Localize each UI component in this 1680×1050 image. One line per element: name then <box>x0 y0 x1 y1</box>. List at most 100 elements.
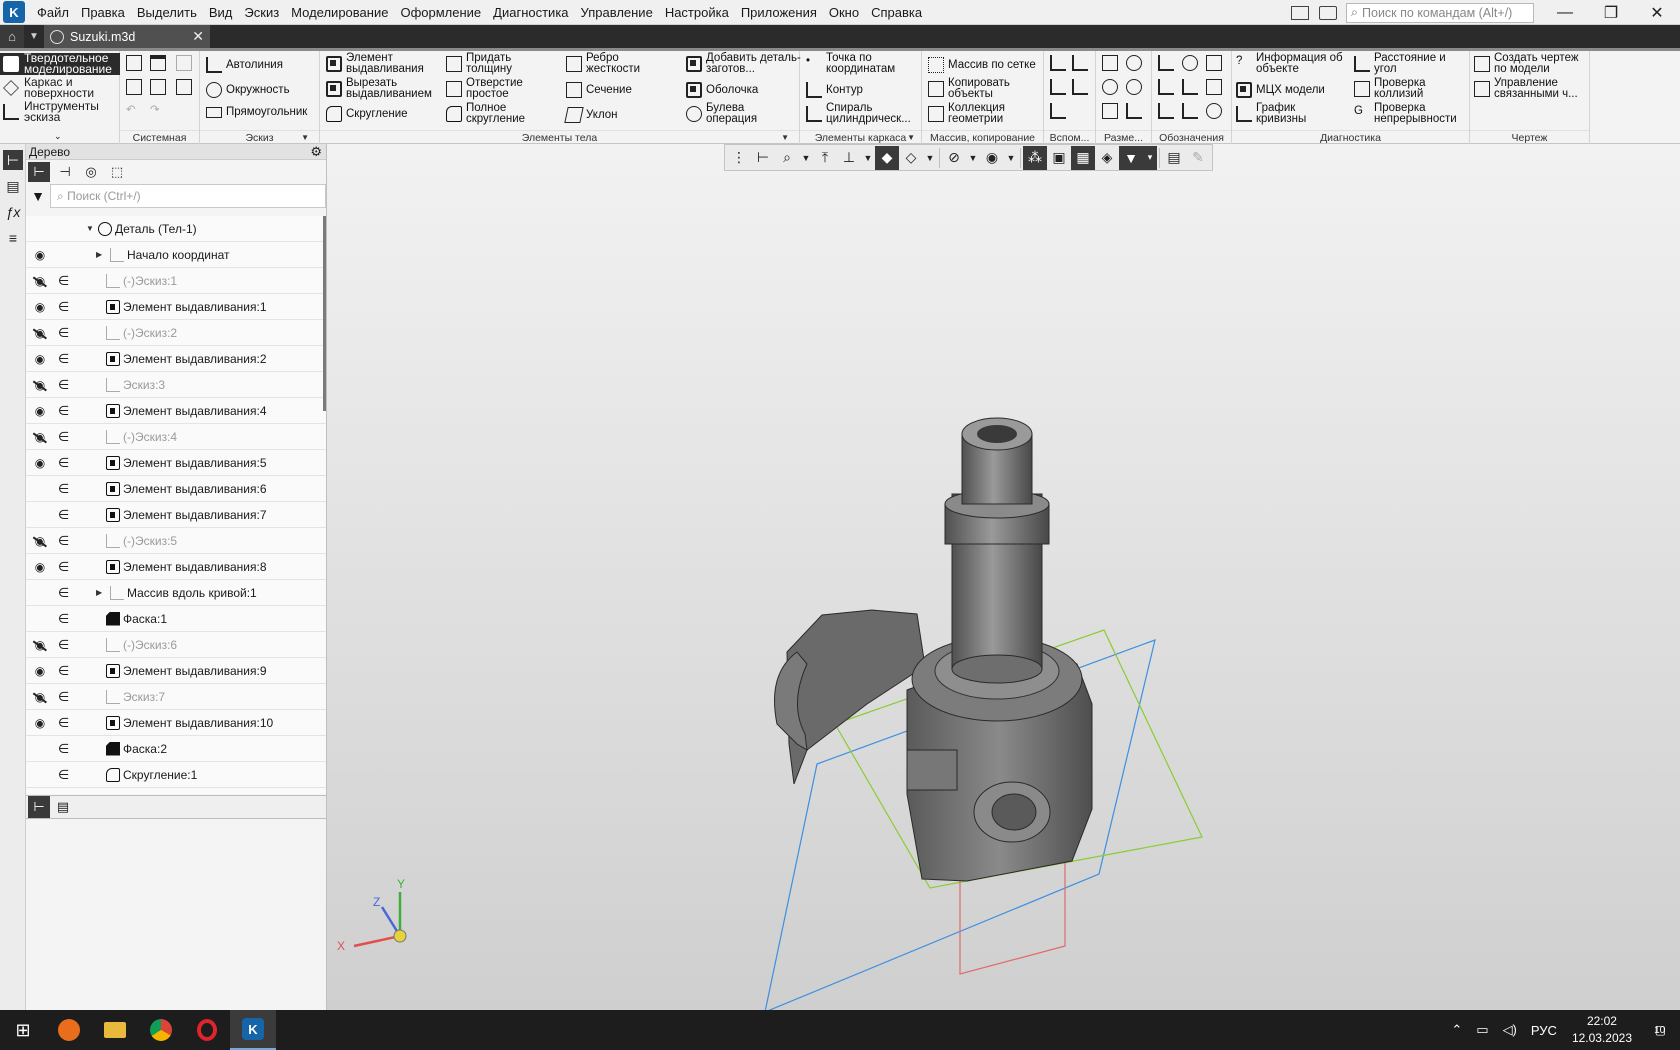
tree-row[interactable]: ∈ Элемент выдавливания:7 <box>26 502 326 528</box>
tree-row[interactable]: ◉ ∈ Элемент выдавливания:2 <box>26 346 326 372</box>
mode-solid-modeling[interactable]: Твердотельное моделирование <box>0 52 120 75</box>
point-by-coords-button[interactable]: • Точка по координатам <box>806 52 916 75</box>
save-as-button[interactable] <box>176 79 196 95</box>
include-in-calc-icon[interactable]: ∈ <box>58 429 72 445</box>
tree-row[interactable]: ∈ Элемент выдавливания:6 <box>26 476 326 502</box>
tree-item[interactable]: (-)Эскиз:2 <box>106 325 177 340</box>
window-layout-icon[interactable] <box>1291 5 1309 20</box>
tree-item[interactable]: Эскиз:3 <box>106 377 165 392</box>
include-in-calc-icon[interactable]: ∈ <box>58 273 72 289</box>
rectangle-button[interactable]: Прямоугольник <box>206 106 307 118</box>
close-tab-icon[interactable]: ✕ <box>192 28 204 45</box>
home-icon[interactable]: ⌂ <box>0 25 24 48</box>
menu-manage[interactable]: Управление <box>575 0 659 25</box>
grid-array-button[interactable]: Массив по сетке <box>928 57 1036 73</box>
undo-button[interactable]: ↶ <box>126 104 136 116</box>
autoline-button[interactable]: Автолиния <box>206 57 283 73</box>
tree-row[interactable]: ◉ ∈ (-)Эскиз:5 <box>26 528 326 554</box>
diam-dim-button[interactable] <box>1126 55 1146 71</box>
aux-axis-button[interactable] <box>1072 55 1092 71</box>
tree-item[interactable]: Фаска:2 <box>106 741 167 756</box>
close-window-button[interactable]: ✕ <box>1634 0 1680 25</box>
angle-dim-button[interactable] <box>1102 79 1122 95</box>
clock[interactable]: 22:02 12.03.2023 <box>1572 1013 1632 1047</box>
tree-item[interactable]: Элемент выдавливания:9 <box>106 663 267 678</box>
expand-modes-icon[interactable]: ⌄ <box>54 131 62 142</box>
firefox-icon[interactable] <box>46 1010 92 1050</box>
windows-start-icon[interactable]: ⊞ <box>0 1010 46 1050</box>
section-button[interactable]: Сечение <box>566 82 632 98</box>
notification-center-icon[interactable]: ▢ 10 <box>1640 1010 1680 1050</box>
curvature-graph-button[interactable]: График кривизны <box>1236 102 1316 125</box>
eye-icon[interactable]: ◉ <box>32 716 48 730</box>
tree-row[interactable]: ∈ ▶ Массив вдоль кривой:1 <box>26 580 326 606</box>
menu-sketch[interactable]: Эскиз <box>238 0 285 25</box>
volume-icon[interactable]: ◁) <box>1503 1022 1517 1038</box>
tree-row[interactable]: ◉ ∈ Эскиз:3 <box>26 372 326 398</box>
menu-settings[interactable]: Настройка <box>659 0 735 25</box>
tree-row[interactable]: ∈ Фаска:2 <box>26 736 326 762</box>
tree-item[interactable]: Элемент выдавливания:8 <box>106 559 267 574</box>
new-document-button[interactable] <box>126 55 146 71</box>
save-button[interactable] <box>176 55 196 71</box>
menu-apps[interactable]: Приложения <box>735 0 823 25</box>
mode-sketch-tools[interactable]: Инструменты эскиза <box>0 100 120 123</box>
hidden-eye-icon[interactable]: ◉ <box>32 690 48 704</box>
mode-wireframe-surfaces[interactable]: Каркас и поверхности <box>0 76 120 99</box>
include-in-calc-icon[interactable]: ∈ <box>58 507 72 523</box>
restore-button[interactable]: ❐ <box>1588 0 1634 25</box>
menu-view[interactable]: Вид <box>203 0 239 25</box>
variables-fx-icon[interactable]: ƒx <box>3 202 23 222</box>
tree-item[interactable]: (-)Эскиз:5 <box>106 533 177 548</box>
minimize-button[interactable]: — <box>1542 0 1588 25</box>
tree-hierarchy-icon[interactable]: ⊣ <box>54 162 76 182</box>
file-explorer-icon[interactable] <box>92 1010 138 1050</box>
kompas-taskbar-icon[interactable]: K <box>230 1010 276 1050</box>
filter-icon[interactable]: ▼ <box>26 184 50 208</box>
include-in-calc-icon[interactable]: ∈ <box>58 481 72 497</box>
tree-item[interactable]: Элемент выдавливания:5 <box>106 455 267 470</box>
tree-item[interactable]: (-)Эскиз:4 <box>106 429 177 444</box>
tree-search-input[interactable]: ⌕ Поиск (Ctrl+/) <box>50 184 326 208</box>
weld-button[interactable] <box>1182 79 1202 95</box>
tree-row[interactable]: ◉ ∈ Элемент выдавливания:4 <box>26 398 326 424</box>
eye-icon[interactable]: ◉ <box>32 352 48 366</box>
expand-icon[interactable]: ▶ <box>96 250 102 259</box>
include-in-calc-icon[interactable]: ∈ <box>58 611 72 627</box>
tree-item[interactable]: Фаска:1 <box>106 611 167 626</box>
redo-button[interactable]: ↷ <box>150 104 160 116</box>
tree-item[interactable]: Элемент выдавливания:6 <box>106 481 267 496</box>
tolerance-button[interactable] <box>1206 79 1226 95</box>
hidden-eye-icon[interactable]: ◉ <box>32 326 48 340</box>
linear-dim-button[interactable] <box>1102 55 1122 71</box>
tree-row[interactable]: ◉ ∈ Элемент выдавливания:8 <box>26 554 326 580</box>
thread-button[interactable] <box>1206 55 1226 71</box>
hidden-eye-icon[interactable]: ◉ <box>32 378 48 392</box>
tree-row[interactable]: ◉ ∈ (-)Эскиз:6 <box>26 632 326 658</box>
auto-dim-button[interactable] <box>1102 103 1122 119</box>
boolean-button[interactable]: Булева операция <box>686 102 766 125</box>
layers-panel-icon[interactable]: ≡ <box>3 228 23 248</box>
radial-dim-button[interactable] <box>1126 79 1146 95</box>
tree-selection-icon[interactable]: ⬚ <box>106 162 128 182</box>
hidden-eye-icon[interactable]: ◉ <box>32 430 48 444</box>
aux-point-button[interactable] <box>1050 103 1070 119</box>
include-in-calc-icon[interactable]: ∈ <box>58 455 72 471</box>
eye-icon[interactable]: ◉ <box>32 456 48 470</box>
include-in-calc-icon[interactable]: ∈ <box>58 767 72 783</box>
include-in-calc-icon[interactable]: ∈ <box>58 715 72 731</box>
eye-icon[interactable]: ◉ <box>32 300 48 314</box>
continuity-check-button[interactable]: G Проверка непрерывности <box>1354 102 1469 125</box>
print-button[interactable] <box>126 79 146 95</box>
datum-button[interactable] <box>1182 55 1202 71</box>
include-in-calc-icon[interactable]: ∈ <box>58 689 72 705</box>
object-info-button[interactable]: ? Информация об объекте <box>1236 52 1348 75</box>
include-in-calc-icon[interactable]: ∈ <box>58 585 72 601</box>
roughness-button[interactable] <box>1158 79 1178 95</box>
tree-item[interactable]: Скругление:1 <box>106 767 197 782</box>
collapse-icon[interactable]: ▼ <box>86 224 94 233</box>
mass-props-button[interactable]: МЦХ модели <box>1236 82 1325 98</box>
menu-design[interactable]: Оформление <box>394 0 487 25</box>
include-in-calc-icon[interactable]: ∈ <box>58 637 72 653</box>
menu-help[interactable]: Справка <box>865 0 928 25</box>
